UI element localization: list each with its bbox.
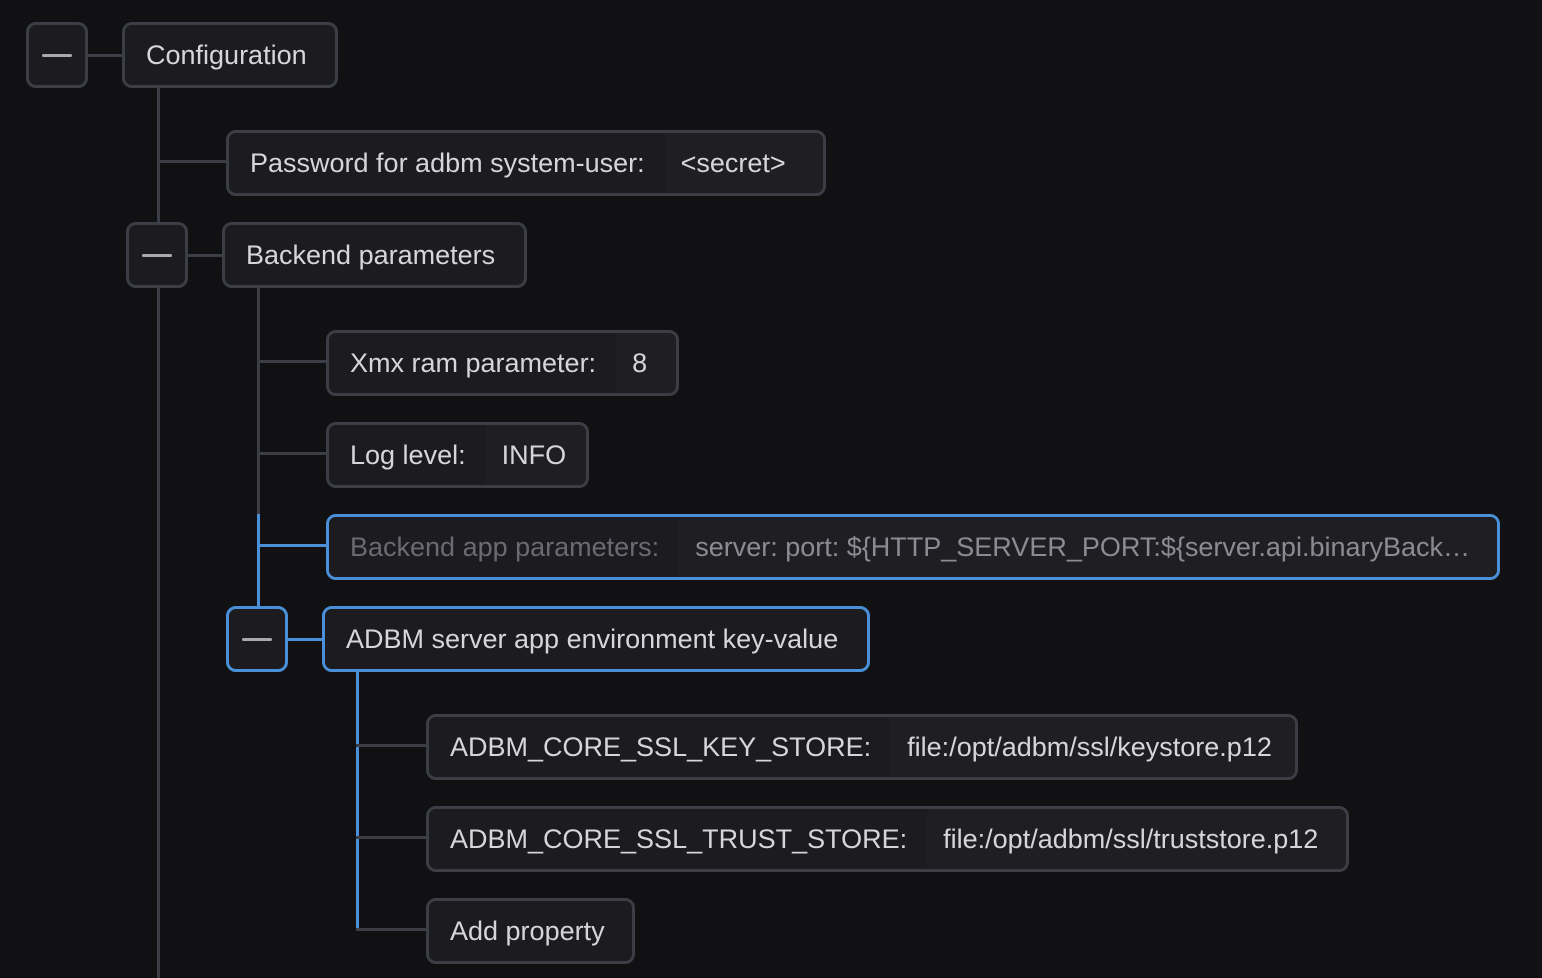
- backend-app-parameters-label: Backend app parameters:: [329, 517, 680, 577]
- log-level-field[interactable]: Log level: INFO: [326, 422, 589, 488]
- key-store-label: ADBM_CORE_SSL_KEY_STORE:: [429, 717, 892, 777]
- connector-line-active: [356, 672, 359, 930]
- connector-line-active: [288, 638, 324, 641]
- connector-line: [356, 744, 428, 747]
- password-value[interactable]: <secret>: [664, 133, 823, 193]
- backend-parameters-node[interactable]: Backend parameters: [222, 222, 527, 288]
- connector-line-active: [257, 514, 260, 608]
- add-property-button[interactable]: Add property: [426, 898, 635, 964]
- trust-store-label: ADBM_CORE_SSL_TRUST_STORE:: [429, 809, 928, 869]
- xmx-ram-label: Xmx ram parameter:: [329, 333, 617, 393]
- connector-line: [356, 928, 428, 931]
- collapse-configuration-button[interactable]: [26, 22, 88, 88]
- configuration-node[interactable]: Configuration: [122, 22, 338, 88]
- key-store-value[interactable]: file:/opt/adbm/ssl/keystore.p12: [891, 717, 1295, 777]
- connector-line: [157, 160, 228, 163]
- connector-line: [88, 54, 124, 57]
- connector-line: [257, 360, 328, 363]
- trust-store-field[interactable]: ADBM_CORE_SSL_TRUST_STORE: file:/opt/adb…: [426, 806, 1349, 872]
- password-field[interactable]: Password for adbm system-user: <secret>: [226, 130, 826, 196]
- xmx-ram-value[interactable]: 8: [616, 333, 676, 393]
- connector-line: [257, 288, 260, 514]
- log-level-value[interactable]: INFO: [485, 425, 586, 485]
- trust-store-value[interactable]: file:/opt/adbm/ssl/truststore.p12: [927, 809, 1346, 869]
- connector-line: [356, 836, 428, 839]
- password-label: Password for adbm system-user:: [229, 133, 665, 193]
- minus-icon: [42, 53, 72, 57]
- backend-app-parameters-value[interactable]: server: port: ${HTTP_SERVER_PORT:${serve…: [679, 517, 1497, 577]
- collapse-backend-parameters-button[interactable]: [126, 222, 188, 288]
- connector-line: [188, 254, 224, 257]
- configuration-label: Configuration: [125, 25, 328, 85]
- minus-icon: [142, 253, 172, 257]
- connector-line: [157, 88, 160, 224]
- collapse-environment-button[interactable]: [226, 606, 288, 672]
- backend-parameters-label: Backend parameters: [225, 225, 517, 285]
- connector-line-active: [257, 544, 328, 547]
- environment-label: ADBM server app environment key-value: [325, 609, 860, 669]
- key-store-field[interactable]: ADBM_CORE_SSL_KEY_STORE: file:/opt/adbm/…: [426, 714, 1298, 780]
- connector-line: [157, 288, 160, 978]
- backend-app-parameters-field[interactable]: Backend app parameters: server: port: ${…: [326, 514, 1500, 580]
- add-property-label: Add property: [429, 901, 626, 961]
- xmx-ram-field[interactable]: Xmx ram parameter: 8: [326, 330, 679, 396]
- minus-icon: [242, 637, 272, 641]
- log-level-label: Log level:: [329, 425, 486, 485]
- environment-node[interactable]: ADBM server app environment key-value: [322, 606, 870, 672]
- backend-app-parameters-text: server: port: ${HTTP_SERVER_PORT:${serve…: [695, 531, 1471, 562]
- connector-line: [257, 452, 328, 455]
